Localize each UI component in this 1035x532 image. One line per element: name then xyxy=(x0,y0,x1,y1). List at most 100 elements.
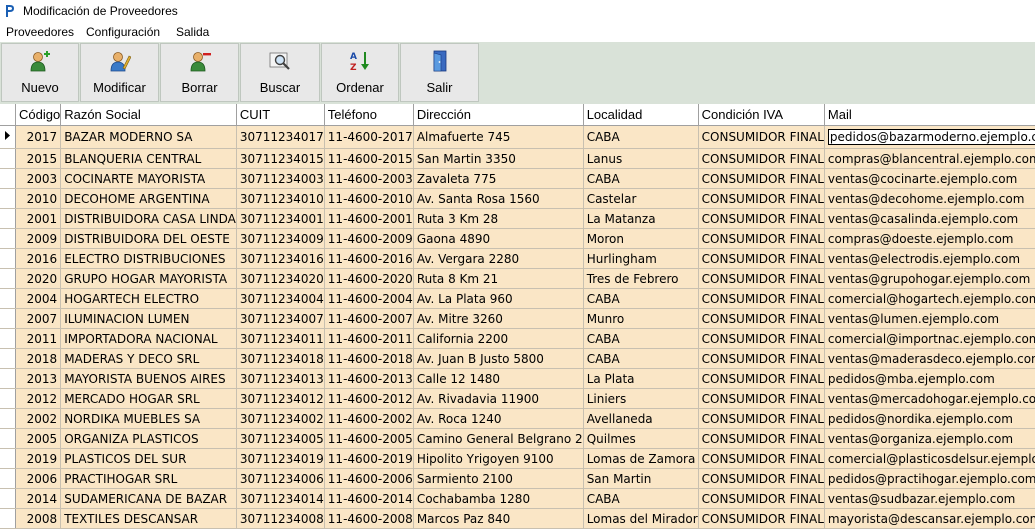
menu-salida[interactable]: Salida xyxy=(176,25,209,39)
row-indicator[interactable] xyxy=(0,448,16,469)
table-cell[interactable]: Av. Roca 1240 xyxy=(413,408,584,429)
table-cell[interactable]: ventas@decohome.ejemplo.com xyxy=(824,188,1035,209)
table-row[interactable]: 2002 NORDIKA MUEBLES SA 30711234002 11-4600… xyxy=(0,408,1035,429)
table-cell[interactable]: 30711234020 xyxy=(236,268,325,289)
table-cell[interactable]: DECOHOME ARGENTINA xyxy=(60,188,237,209)
table-cell[interactable]: Av. Rivadavia 11900 xyxy=(413,388,584,409)
table-cell[interactable]: MAYORISTA BUENOS AIRES xyxy=(60,368,237,389)
menu-proveedores[interactable]: Proveedores xyxy=(6,25,74,39)
table-cell[interactable]: ventas@cocinarte.ejemplo.com xyxy=(824,168,1035,189)
column-header[interactable]: Mail xyxy=(824,104,1035,126)
table-cell[interactable]: BAZAR MODERNO SA xyxy=(60,125,237,149)
table-row[interactable]: 2016 ELECTRO DISTRIBUCIONES 30711234016 11-… xyxy=(0,248,1035,269)
table-cell[interactable]: ILUMINACION LUMEN xyxy=(60,308,237,329)
table-cell[interactable]: Avellaneda xyxy=(583,408,699,429)
table-row[interactable]: 2008 TEXTILES DESCANSAR 30711234008 11-4600… xyxy=(0,508,1035,529)
table-cell[interactable]: CABA xyxy=(583,348,699,369)
row-indicator[interactable] xyxy=(0,508,16,529)
table-cell[interactable]: 11-4600-2001 xyxy=(324,208,414,229)
table-cell[interactable]: comercial@importnac.ejemplo.com xyxy=(824,328,1035,349)
table-cell[interactable]: pedidos@mba.ejemplo.com xyxy=(824,368,1035,389)
table-cell[interactable]: CONSUMIDOR FINAL xyxy=(698,188,825,209)
table-cell[interactable]: 30711234017 xyxy=(236,125,325,149)
row-indicator[interactable] xyxy=(0,208,16,229)
table-cell[interactable]: 30711234010 xyxy=(236,188,325,209)
table-cell[interactable]: ventas@lumen.ejemplo.com xyxy=(824,308,1035,329)
row-indicator[interactable] xyxy=(0,468,16,489)
row-indicator[interactable] xyxy=(0,368,16,389)
table-cell[interactable]: CONSUMIDOR FINAL xyxy=(698,428,825,449)
table-cell[interactable]: CONSUMIDOR FINAL xyxy=(698,125,825,149)
table-cell[interactable]: La Matanza xyxy=(583,208,699,229)
table-cell[interactable]: 2014 xyxy=(15,488,62,509)
table-cell[interactable]: 30711234005 xyxy=(236,428,325,449)
table-cell[interactable]: CONSUMIDOR FINAL xyxy=(698,308,825,329)
table-cell[interactable]: 11-4600-2009 xyxy=(324,228,414,249)
table-cell[interactable]: Liniers xyxy=(583,388,699,409)
table-cell[interactable]: COCINARTE MAYORISTA xyxy=(60,168,237,189)
table-cell[interactable]: 11-4600-2011 xyxy=(324,328,414,349)
table-row[interactable]: 2013 MAYORISTA BUENOS AIRES 30711234013 11-… xyxy=(0,368,1035,389)
table-cell[interactable]: Cochabamba 1280 xyxy=(413,488,584,509)
table-row[interactable]: 2019 PLASTICOS DEL SUR 30711234019 11-4600-… xyxy=(0,448,1035,469)
row-indicator[interactable] xyxy=(0,428,16,449)
table-cell[interactable]: CONSUMIDOR FINAL xyxy=(698,268,825,289)
table-cell[interactable]: CONSUMIDOR FINAL xyxy=(698,488,825,509)
table-row[interactable]: 2005 ORGANIZA PLASTICOS 30711234005 11-4600… xyxy=(0,428,1035,449)
row-indicator[interactable] xyxy=(0,348,16,369)
table-cell[interactable]: Av. Juan B Justo 5800 xyxy=(413,348,584,369)
table-cell[interactable]: BLANQUERIA CENTRAL xyxy=(60,148,237,169)
table-row[interactable]: 2017 BAZAR MODERNO SA 30711234017 11-4600-2… xyxy=(0,125,1035,149)
table-cell[interactable]: Sarmiento 2100 xyxy=(413,468,584,489)
table-cell[interactable]: 11-4600-2020 xyxy=(324,268,414,289)
table-cell[interactable]: Hipolito Yrigoyen 9100 xyxy=(413,448,584,469)
table-cell[interactable]: Ruta 3 Km 28 xyxy=(413,208,584,229)
table-cell[interactable]: Ruta 8 Km 21 xyxy=(413,268,584,289)
table-cell[interactable]: 11-4600-2008 xyxy=(324,508,414,529)
table-cell[interactable]: 2006 xyxy=(15,468,62,489)
table-cell[interactable]: La Plata xyxy=(583,368,699,389)
table-cell[interactable]: ventas@electrodis.ejemplo.com xyxy=(824,248,1035,269)
table-cell[interactable]: 30711234014 xyxy=(236,488,325,509)
table-cell[interactable]: CABA xyxy=(583,288,699,309)
table-cell[interactable]: 2018 xyxy=(15,348,62,369)
table-cell[interactable]: CONSUMIDOR FINAL xyxy=(698,148,825,169)
table-cell[interactable]: 11-4600-2005 xyxy=(324,428,414,449)
table-cell[interactable]: CONSUMIDOR FINAL xyxy=(698,448,825,469)
table-cell[interactable]: San Martin 3350 xyxy=(413,148,584,169)
menu-configuracion[interactable]: Configuración xyxy=(86,25,160,39)
borrar-button[interactable]: Borrar xyxy=(160,43,239,102)
table-cell[interactable]: Lanus xyxy=(583,148,699,169)
table-cell[interactable]: 2002 xyxy=(15,408,62,429)
table-cell[interactable]: pedidos@practihogar.ejemplo.com xyxy=(824,468,1035,489)
table-cell[interactable]: Zavaleta 775 xyxy=(413,168,584,189)
table-cell[interactable]: 11-4600-2013 xyxy=(324,368,414,389)
table-cell[interactable]: TEXTILES DESCANSAR xyxy=(60,508,237,529)
table-cell[interactable]: CABA xyxy=(583,328,699,349)
table-cell[interactable]: 2016 xyxy=(15,248,62,269)
row-indicator[interactable] xyxy=(0,308,16,329)
table-cell[interactable]: 2005 xyxy=(15,428,62,449)
table-row[interactable]: 2004 HOGARTECH ELECTRO 30711234004 11-4600-… xyxy=(0,288,1035,309)
table-cell[interactable]: 11-4600-2015 xyxy=(324,148,414,169)
modificar-button[interactable]: Modificar xyxy=(80,43,159,102)
row-indicator[interactable] xyxy=(0,288,16,309)
table-cell[interactable]: Tres de Febrero xyxy=(583,268,699,289)
table-cell[interactable]: CONSUMIDOR FINAL xyxy=(698,228,825,249)
table-row[interactable]: 2011 IMPORTADORA NACIONAL 30711234011 11-46… xyxy=(0,328,1035,349)
table-cell[interactable]: compras@blancentral.ejemplo.com xyxy=(824,148,1035,169)
column-header[interactable]: Código xyxy=(15,104,62,126)
table-cell[interactable]: ventas@casalinda.ejemplo.com xyxy=(824,208,1035,229)
table-cell[interactable]: 2003 xyxy=(15,168,62,189)
table-cell[interactable]: PRACTIHOGAR SRL xyxy=(60,468,237,489)
table-cell[interactable]: DISTRIBUIDORA DEL OESTE xyxy=(60,228,237,249)
table-cell[interactable]: CONSUMIDOR FINAL xyxy=(698,508,825,529)
table-row[interactable]: 2007 ILUMINACION LUMEN 30711234007 11-4600-… xyxy=(0,308,1035,329)
table-cell[interactable]: CONSUMIDOR FINAL xyxy=(698,168,825,189)
table-row[interactable]: 2001 DISTRIBUIDORA CASA LINDA 30711234001 1… xyxy=(0,208,1035,229)
table-cell[interactable]: DISTRIBUIDORA CASA LINDA xyxy=(60,208,237,229)
table-cell[interactable]: 30711234002 xyxy=(236,408,325,429)
table-cell[interactable]: Av. La Plata 960 xyxy=(413,288,584,309)
table-cell[interactable]: 2015 xyxy=(15,148,62,169)
table-cell[interactable]: MERCADO HOGAR SRL xyxy=(60,388,237,409)
